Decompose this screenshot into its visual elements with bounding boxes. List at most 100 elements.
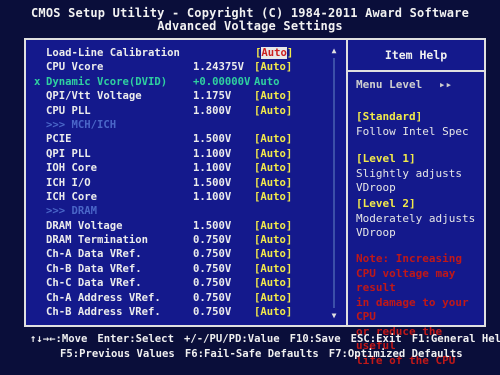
help-level1-label: [Level 1] [356,152,416,165]
key-hint: +/-/PU/PD:Value [183,333,280,345]
setting-label: DRAM Termination [46,234,149,247]
window-title: CMOS Setup Utility - Copyright (C) 1984-… [30,6,470,20]
help-standard: [Standard] Follow Intel Spec [356,110,469,139]
setting-label: Dynamic Vcore(DVID) [46,75,168,88]
setting-value: 0.750V [193,277,232,290]
setting-option[interactable]: [Auto] [254,147,292,161]
setting-row[interactable]: PCIE 1.500V [Auto] [46,132,328,146]
setting-row[interactable]: ICH I/O 1.500V [Auto] [46,176,328,190]
setting-label: DRAM Voltage [46,219,123,232]
setting-label: PCIE [46,133,72,146]
setting-row[interactable]: DRAM Termination 0.750V [Auto] [46,233,328,247]
setting-row[interactable]: ICH Core 1.100V [Auto] [46,190,328,204]
help-level2-text1: Moderately adjusts [356,211,476,225]
page-subtitle: Advanced Voltage Settings [157,19,343,33]
setting-option[interactable]: [Auto] [254,104,292,118]
help-note-line1: Note: Increasing [356,252,462,265]
item-help-header: Item Help [348,40,484,72]
setting-label: ICH I/O [46,176,91,189]
help-level2-label: [Level 2] [356,197,416,210]
setting-label: >>> DRAM [46,205,98,218]
setting-row[interactable]: Ch-B Address VRef. 0.750V [Auto] [46,305,328,319]
scroll-track[interactable] [333,58,335,308]
setting-value: +0.00000V [193,75,251,88]
setting-value: 0.750V [193,248,232,261]
settings-list: Load-Line Calibration [Auto] CPU Vcore 1.24… [34,46,328,319]
setting-option[interactable]: [Auto] [254,233,292,247]
setting-value: 1.100V [193,162,232,175]
item-help-panel: Item Help Menu Level ▸▸ [Standard] Follo… [348,40,484,367]
setting-row[interactable]: Load-Line Calibration [Auto] [46,46,328,60]
setting-value: 1.500V [193,219,232,232]
setting-value: 1.100V [193,147,232,160]
help-standard-text: Follow Intel Spec [356,124,469,138]
menu-level-arrows-icon: ▸▸ [438,78,453,91]
setting-row[interactable]: QPI PLL 1.100V [Auto] [46,147,328,161]
key-hint: F7:Optimized Defaults [328,348,463,360]
setting-label: Ch-B Data VRef. [46,262,142,275]
setting-label: Ch-A Address VRef. [46,291,161,304]
settings-panel: Load-Line Calibration [Auto] CPU Vcore 1.24… [24,38,486,367]
key-legend-row2: F5:Previous Values F6:Fail-Safe Defaults F… [60,347,473,361]
setting-row[interactable]: IOH Core 1.100V [Auto] [46,161,328,175]
key-hint: F6:Fail-Safe Defaults [184,348,319,360]
setting-value: 0.750V [193,262,232,275]
setting-label: Ch-C Data VRef. [46,277,142,290]
key-hint: ↑↓→←:Move [30,333,88,345]
setting-option[interactable]: [Auto] [254,190,292,204]
scroll-down-icon[interactable]: ▼ [330,311,338,320]
key-hint: ESC:Exit [350,333,402,345]
setting-row[interactable]: DRAM Voltage 1.500V [Auto] [46,219,328,233]
setting-value: 0.750V [193,291,232,304]
help-note-line2: CPU voltage may result [356,266,456,295]
setting-row: x Dynamic Vcore(DVID) +0.00000V Auto [34,75,328,89]
setting-label: QPI/Vtt Voltage [46,90,142,103]
setting-value: 1.24375V [193,61,245,74]
setting-option[interactable]: [Auto] [254,219,292,233]
setting-row[interactable]: Ch-A Address VRef. 0.750V [Auto] [46,291,328,305]
setting-row[interactable]: QPI/Vtt Voltage 1.175V [Auto] [46,89,328,103]
scrollbar[interactable]: ▲ ▼ [330,46,338,320]
setting-option[interactable]: [Auto] [254,276,292,290]
help-note-line3: in damage to your CPU [356,295,469,324]
setting-value: 1.100V [193,190,232,203]
setting-label: CPU PLL [46,104,91,117]
setting-option[interactable]: [Auto] [254,291,292,305]
setting-option[interactable]: [Auto] [254,262,292,276]
help-standard-label: [Standard] [356,110,423,123]
help-level1-text1: Slightly adjusts [356,166,462,180]
setting-option[interactable]: [Auto] [254,89,292,103]
setting-row[interactable]: Ch-A Data VRef. 0.750V [Auto] [46,247,328,261]
scroll-up-icon[interactable]: ▲ [330,46,338,55]
setting-option[interactable]: [Auto] [254,132,292,146]
setting-label: ICH Core [46,190,98,203]
setting-row[interactable]: CPU Vcore 1.24375V [Auto] [46,60,328,74]
setting-option[interactable]: [Auto] [254,46,294,60]
setting-value: 0.750V [193,234,232,247]
setting-label: CPU Vcore [46,61,104,74]
key-hint: Enter:Select [97,333,174,345]
setting-row[interactable]: Ch-B Data VRef. 0.750V [Auto] [46,262,328,276]
help-level1-text2: VDroop [356,181,396,194]
setting-row[interactable]: CPU PLL 1.800V [Auto] [46,104,328,118]
selected-option-highlight[interactable]: Auto [261,47,287,59]
help-level2-text2: VDroop [356,226,396,239]
setting-option[interactable]: [Auto] [254,305,292,319]
setting-option[interactable]: [Auto] [254,176,292,190]
menu-level: Menu Level ▸▸ [356,78,452,91]
setting-value: 0.750V [193,306,232,319]
setting-value: 1.800V [193,104,232,117]
setting-label: Ch-A Data VRef. [46,248,142,261]
setting-option[interactable]: [Auto] [254,161,292,175]
setting-row[interactable]: Ch-C Data VRef. 0.750V [Auto] [46,276,328,290]
setting-label: Load-Line Calibration [46,47,180,59]
help-level2: [Level 2] Moderately adjusts VDroop [356,197,475,241]
setting-value: 1.175V [193,90,232,103]
setting-option[interactable]: [Auto] [254,247,292,261]
setting-label: >>> MCH/ICH [46,118,117,131]
setting-value: 1.500V [193,133,232,146]
key-legend-row1: ↑↓→←:Move Enter:Select +/-/PU/PD:Value F10:… [30,332,500,346]
setting-option[interactable]: [Auto] [254,60,292,74]
section-header: >>> DRAM [46,204,328,218]
setting-label: Ch-B Address VRef. [46,306,161,319]
